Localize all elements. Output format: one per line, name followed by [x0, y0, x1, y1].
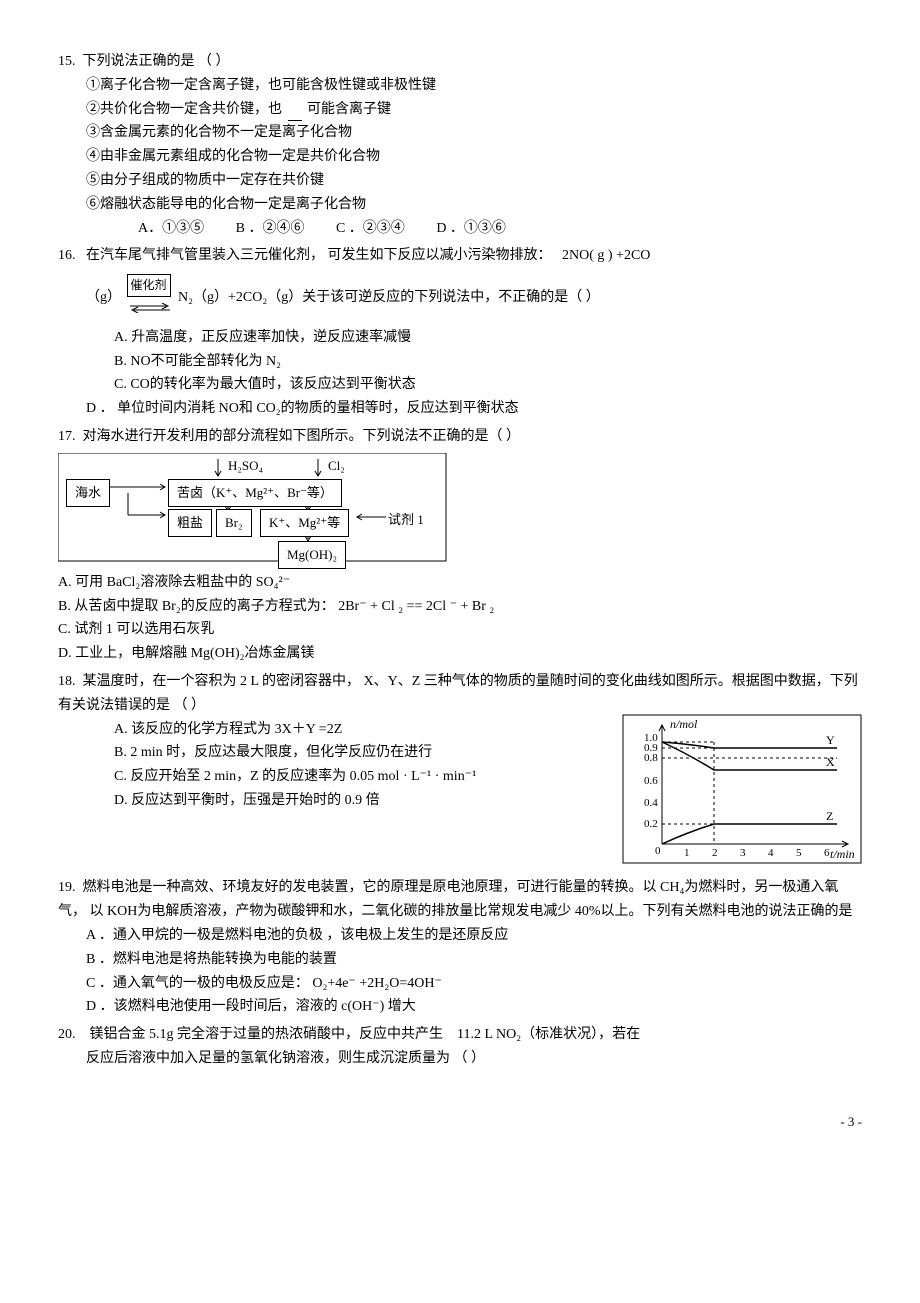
yt-0_2: 0.2 — [644, 818, 658, 830]
q19-stem-text: 燃料电池是一种高效、环境友好的发电装置，它的原理是原电池原理，可进行能量的转换。… — [58, 880, 853, 919]
q17-stem-text: 对海水进行开发利用的部分流程如下图所示。下列说法不正确的是（ ） — [83, 429, 521, 444]
series-x: X — [826, 755, 835, 769]
yt-0_8: 0.8 — [644, 752, 658, 764]
q15-options: A．①③⑤ B ．②④⑥ C ．②③④ D ．①③⑥ — [58, 217, 862, 241]
q16-D: D ． 单位时间内消耗 NO和 CO₂的物质的量相等时，反应达到平衡状态 — [58, 397, 862, 421]
xt-2: 2 — [712, 847, 718, 859]
q20-line2: 反应后溶液中加入足量的氢氧化钠溶液，则生成沉淀质量为 （ ） — [58, 1047, 862, 1071]
xt-4: 4 — [768, 847, 774, 859]
cl2-label: Cl₂ — [328, 455, 345, 477]
q19-B: B ．燃料电池是将热能转换为电能的装置 — [58, 948, 862, 972]
series-z: Z — [826, 809, 833, 823]
q17-flow-diagram: H₂SO₄ Cl₂ 海水 苦卤（K⁺、Mg²⁺、Br⁻等） 粗盐 Br₂ K⁺、… — [58, 453, 498, 563]
q17-A: A. 可用 BaCl₂溶液除去粗盐中的 SO₄²⁻ — [58, 571, 862, 595]
catalyst-arrow: 催化剂 — [127, 274, 173, 322]
seawater-box: 海水 — [66, 479, 110, 507]
q18: 18. 某温度时，在一个容积为 2 L 的密闭容器中， X、Y、Z 三种气体的物… — [58, 670, 862, 872]
q19-D: D ．该燃料电池使用一段时间后，溶液的 c(OH⁻) 增大 — [58, 995, 862, 1019]
q19-C: C ．通入氧气的一极的电极反应是： O₂+4e⁻ +2H₂O=4OH⁻ — [58, 972, 862, 996]
xt-1: 1 — [684, 847, 690, 859]
kmg-box: K⁺、Mg²⁺等 — [260, 509, 349, 537]
xt-3: 3 — [740, 847, 746, 859]
page-footer: - 3 - — [58, 1111, 862, 1133]
q16-eq-r: N₂（g）+2CO₂（g）关于该可逆反应的下列说法中，不正确的是（ ） — [178, 290, 600, 305]
q20-stem-a: 镁铝合金 5.1g 完全溶于过量的热浓硝酸中，反应中共产生 — [90, 1027, 444, 1042]
q19-stem: 19. 燃料电池是一种高效、环境友好的发电装置，它的原理是原电池原理，可进行能量… — [58, 876, 862, 924]
q18-chart: 1.0 0.9 0.8 0.6 0.4 0.2 0 1 2 3 4 5 6 — [622, 714, 862, 873]
xt-5: 5 — [796, 847, 802, 859]
q20: 20. 镁铝合金 5.1g 完全溶于过量的热浓硝酸中，反应中共产生 11.2 L… — [58, 1023, 862, 1071]
q18-stem-text: 某温度时，在一个容积为 2 L 的密闭容器中， X、Y、Z 三种气体的物质的量随… — [58, 674, 858, 713]
q18-chart-svg: 1.0 0.9 0.8 0.6 0.4 0.2 0 1 2 3 4 5 6 — [622, 714, 862, 864]
catalyst-label: 催化剂 — [127, 274, 171, 296]
q15-stem: 15. 下列说法正确的是 （ ） — [58, 50, 862, 74]
q15-optC: C ．②③④ — [336, 221, 405, 236]
q18-stem: 18. 某温度时，在一个容积为 2 L 的密闭容器中， X、Y、Z 三种气体的物… — [58, 670, 862, 718]
q20-stem: 20. 镁铝合金 5.1g 完全溶于过量的热浓硝酸中，反应中共产生 11.2 L… — [58, 1023, 862, 1047]
q17-B: B. 从苦卤中提取 Br₂的反应的离子方程式为： 2Br⁻ + Cl ₂ == … — [58, 595, 862, 619]
q15-s2a: ②共价化合物一定含共价键，也 — [86, 102, 282, 117]
q19: 19. 燃料电池是一种高效、环境友好的发电装置，它的原理是原电池原理，可进行能量… — [58, 876, 862, 1019]
q16-C: C. CO的转化率为最大值时，该反应达到平衡状态 — [58, 373, 862, 397]
q16-stem-a: 在汽车尾气排气管里装入三元催化剂， 可发生如下反应以减小污染物排放： — [86, 248, 552, 263]
q15-s1: ①离子化合物一定含离子键，也可能含极性键或非极性键 — [58, 74, 862, 98]
q16-stem-b: 2NO( g ) +2CO — [562, 248, 650, 263]
bittern-box: 苦卤（K⁺、Mg²⁺、Br⁻等） — [168, 479, 342, 507]
series-y: Y — [826, 733, 835, 747]
q15-optA: A．①③⑤ — [138, 221, 204, 236]
q15: 15. 下列说法正确的是 （ ） ①离子化合物一定含离子键，也可能含极性键或非极… — [58, 50, 862, 240]
q15-stem-text: 下列说法正确的是 （ ） — [83, 54, 230, 69]
q15-s4: ④由非金属元素组成的化合物一定是共价化合物 — [58, 145, 862, 169]
h2so4-label: H₂SO₄ — [228, 455, 263, 477]
q16: 16. 在汽车尾气排气管里装入三元催化剂， 可发生如下反应以减小污染物排放： 2… — [58, 244, 862, 421]
q15-s2b: 可能含离子键 — [307, 102, 391, 117]
yt-0: 0 — [655, 845, 661, 857]
yt-0_4: 0.4 — [644, 797, 658, 809]
q16-B: B. NO不可能全部转化为 N₂ — [58, 350, 862, 374]
q16-eq: （g） 催化剂 N₂（g）+2CO₂（g）关于该可逆反应的下列说法中，不正确的是… — [58, 274, 862, 322]
q17: 17. 对海水进行开发利用的部分流程如下图所示。下列说法不正确的是（ ） — [58, 425, 862, 666]
q16-A: A. 升高温度，正反应速率加快，逆反应速率减慢 — [58, 326, 862, 350]
q15-s6: ⑥熔融状态能导电的化合物一定是离子化合物 — [58, 193, 862, 217]
q15-s5: ⑤由分子组成的物质中一定存在共价键 — [58, 169, 862, 193]
reagent1-label: 试剂 1 — [388, 509, 424, 531]
q17-C: C. 试剂 1 可以选用石灰乳 — [58, 618, 862, 642]
q15-s2: ②共价化合物一定含共价键，也 可能含离子键 — [58, 98, 862, 122]
q15-optB: B ．②④⑥ — [236, 221, 305, 236]
br2-box: Br₂ — [216, 509, 252, 537]
q17-stem: 17. 对海水进行开发利用的部分流程如下图所示。下列说法不正确的是（ ） — [58, 425, 862, 449]
q16-stem: 16. 在汽车尾气排气管里装入三元催化剂， 可发生如下反应以减小污染物排放： 2… — [58, 244, 862, 268]
q17-D: D. 工业上，电解熔融 Mg(OH)₂冶炼金属镁 — [58, 642, 862, 666]
yt-0_6: 0.6 — [644, 775, 658, 787]
xlabel: t/min — [830, 847, 855, 861]
q16-eq-l: （g） — [86, 290, 121, 305]
q15-optD: D ．①③⑥ — [436, 221, 506, 236]
ylabel: n/mol — [670, 717, 698, 731]
mgoh2-box: Mg(OH)₂ — [278, 541, 346, 569]
q20-stem-b: 11.2 L NO₂（标准状况），若在 — [457, 1027, 640, 1042]
equilibrium-arrow-icon — [128, 303, 172, 313]
q19-A: A ．通入甲烷的一极是燃料电池的负极 ，该电极上发生的是还原反应 — [58, 924, 862, 948]
coarsesalt-box: 粗盐 — [168, 509, 212, 537]
q15-s3: ③含金属元素的化合物不一定是离子化合物 — [58, 121, 862, 145]
